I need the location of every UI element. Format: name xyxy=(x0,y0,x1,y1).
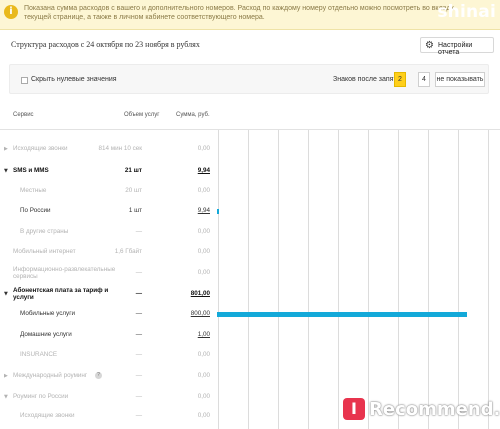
service-volume: — xyxy=(135,269,142,276)
hide-zero-label[interactable]: Скрыть нулевые значения xyxy=(31,76,117,83)
service-volume: — xyxy=(135,393,142,400)
service-name: Мобильный интернет xyxy=(13,248,76,255)
table-row[interactable]: ▼ SMS и MMS 21 шт 9,94 xyxy=(0,167,216,179)
table-row: Информационно-развлекательные сервисы — 0,… xyxy=(0,266,216,281)
table-row: В другие страны — 0,00 xyxy=(0,228,216,240)
table-row: Исходящие звонки — 0,00 xyxy=(0,412,216,424)
service-name: Абонентская плата за тариф и услуги xyxy=(13,287,109,301)
grid-line xyxy=(398,130,399,429)
service-sum: 0,00 xyxy=(197,248,210,255)
service-volume: — xyxy=(135,372,142,379)
notice-line-1: Показана сумма расходов с вашего и допол… xyxy=(24,5,454,12)
grid-line xyxy=(428,130,429,429)
column-header-sum: Сумма, руб. xyxy=(176,112,210,118)
service-sum: 0,00 xyxy=(197,187,210,194)
grid-line xyxy=(458,130,459,429)
expand-icon[interactable]: ▶ xyxy=(4,373,8,379)
help-icon[interactable]: ? xyxy=(95,372,102,379)
service-volume: 20 шт xyxy=(125,187,142,194)
service-name: Домашние услуги xyxy=(20,331,72,338)
service-volume: — xyxy=(135,228,142,235)
expense-bar xyxy=(217,209,219,214)
service-name: Исходящие звонки xyxy=(20,412,75,419)
username-watermark: shinai xyxy=(437,2,496,22)
service-sum[interactable]: 801,00 xyxy=(191,290,210,297)
table-row[interactable]: ▶ Исходящие звонки 814 мин 10 сек 0,00 xyxy=(0,145,216,157)
service-volume: — xyxy=(135,310,142,317)
report-settings-label: Настройки отчета xyxy=(438,42,473,56)
table-row: По России 1 шт 9,94 xyxy=(0,207,216,219)
expense-bar xyxy=(217,312,467,317)
decimals-option-hide[interactable]: не показывать xyxy=(435,72,485,87)
service-name: Мобильные услуги xyxy=(20,310,76,317)
service-name: По России xyxy=(20,207,51,214)
service-volume: — xyxy=(135,412,142,419)
service-sum: 0,00 xyxy=(197,269,210,276)
expense-chart-area xyxy=(216,130,500,429)
notice-line-2: текущей странице, а также в личном кабин… xyxy=(24,14,265,21)
service-name: Информационно-развлекательные сервисы xyxy=(13,266,116,280)
table-row[interactable]: ▼ Абонентская плата за тариф и услуги — 801… xyxy=(0,287,216,302)
service-volume: — xyxy=(135,351,142,358)
table-row[interactable]: ▶ Международный роуминг? — 0,00 xyxy=(0,372,216,384)
service-name: INSURANCE xyxy=(20,351,58,358)
notice-text: Показана сумма расходов с вашего и допол… xyxy=(24,4,454,22)
grid-line xyxy=(338,130,339,429)
service-name: Местные xyxy=(20,187,47,194)
hide-zero-checkbox[interactable] xyxy=(21,77,28,84)
service-sum: 0,00 xyxy=(197,372,210,379)
service-sum: 0,00 xyxy=(197,145,210,152)
table-row: INSURANCE — 0,00 xyxy=(0,351,216,363)
service-volume: 21 шт xyxy=(124,167,142,174)
collapse-icon[interactable]: ▼ xyxy=(4,291,8,297)
decimals-option-4[interactable]: 4 xyxy=(418,72,430,87)
recommend-logo-icon: I xyxy=(343,398,365,420)
service-sum: 0,00 xyxy=(197,228,210,235)
service-sum[interactable]: 800,00 xyxy=(191,310,210,317)
service-sum[interactable]: 1,00 xyxy=(198,331,210,338)
collapse-icon[interactable]: ▼ xyxy=(4,168,8,174)
service-name: Международный роуминг xyxy=(13,372,88,379)
service-name: Исходящие звонки xyxy=(13,145,68,152)
table-row[interactable]: ▼ Роуминг по России — 0,00 xyxy=(0,393,216,405)
grid-line xyxy=(488,130,489,429)
column-header-service: Сервис xyxy=(13,112,34,118)
service-sum[interactable]: 9,94 xyxy=(198,167,210,174)
grid-line xyxy=(248,130,249,429)
service-name: SMS и MMS xyxy=(13,167,49,174)
service-volume: 1,6 Гбайт xyxy=(114,248,142,255)
table-row: Домашние услуги — 1,00 xyxy=(0,331,216,343)
service-sum: 0,00 xyxy=(197,412,210,419)
service-name: В другие страны xyxy=(20,228,69,235)
gear-icon: ⚙ xyxy=(425,40,434,51)
service-volume: 1 шт xyxy=(128,207,142,214)
collapse-icon[interactable]: ▼ xyxy=(4,394,8,400)
grid-line xyxy=(368,130,369,429)
grid-line xyxy=(278,130,279,429)
service-sum: 0,00 xyxy=(197,351,210,358)
report-settings-button[interactable]: ⚙ Настройки отчета xyxy=(420,37,494,56)
table-row: Местные 20 шт 0,00 xyxy=(0,187,216,199)
table-row: Мобильный интернет 1,6 Гбайт 0,00 xyxy=(0,248,216,260)
table-row: Мобильные услуги — 800,00 xyxy=(0,310,216,322)
column-header-volume: Объем услуг xyxy=(124,112,160,118)
service-sum[interactable]: 9,94 xyxy=(198,207,210,214)
service-volume: 814 мин 10 сек xyxy=(98,145,143,152)
expand-icon[interactable]: ▶ xyxy=(4,146,8,152)
grid-line xyxy=(308,130,309,429)
service-volume: — xyxy=(135,290,142,297)
info-notice: i Показана сумма расходов с вашего и доп… xyxy=(0,0,500,30)
watermark-text: Recommend.ru xyxy=(369,399,500,420)
grid-line xyxy=(218,130,219,429)
decimals-option-2[interactable]: 2 xyxy=(394,72,406,87)
service-sum: 0,00 xyxy=(197,393,210,400)
report-controls: Скрыть нулевые значения Знаков после зап… xyxy=(9,64,489,94)
service-volume: — xyxy=(135,331,142,338)
info-icon: i xyxy=(4,5,18,19)
page-title: Структура расходов с 24 октября по 23 но… xyxy=(11,40,200,49)
site-watermark: I Recommend.ru xyxy=(343,398,500,420)
service-name: Роуминг по России xyxy=(13,393,69,400)
